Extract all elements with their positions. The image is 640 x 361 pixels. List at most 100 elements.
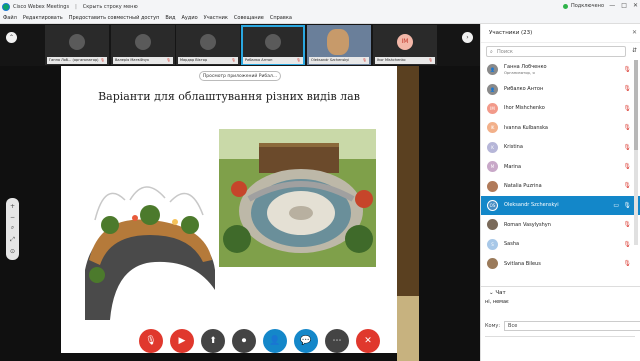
slide-image-bench — [75, 180, 225, 330]
camera-icon: ▶ — [178, 336, 186, 346]
avatar — [135, 34, 151, 50]
chat-icon: 💬 — [300, 336, 312, 346]
fit-screen-icon[interactable]: ⤢ — [10, 236, 15, 244]
participant-name: Sasha — [504, 241, 520, 248]
list-item[interactable]: Roman Vasylyshyn 🎙 — [481, 215, 640, 234]
maximize-button[interactable]: □ — [621, 2, 627, 9]
mic-muted-icon[interactable]: 🎙 — [623, 66, 631, 73]
mic-muted-icon[interactable]: 🎙 — [623, 221, 631, 228]
avatar-initials: S — [487, 238, 498, 250]
list-item[interactable]: M Marina 🎙 — [481, 157, 640, 176]
connection-status: Подключено — [562, 3, 604, 9]
thumbnail-participant-active[interactable]: Рибалко Антон 🎙 — [241, 25, 305, 65]
mute-button[interactable]: 🎙 — [139, 329, 163, 353]
avatar-initials: IM — [487, 102, 498, 114]
hide-menu-toggle[interactable]: Скрыть строку меню — [83, 4, 138, 10]
mic-muted-icon: 🎙 — [428, 58, 433, 62]
zoom-out-icon[interactable]: − — [10, 214, 15, 221]
participant-name: Kristina — [504, 144, 523, 151]
list-item[interactable]: IK Ivanna Kulbanska 🎙 — [481, 118, 640, 137]
scrollbar-thumb[interactable] — [634, 60, 638, 150]
pointer-icon[interactable]: ⊙ — [10, 248, 15, 255]
participant-name: Natalia Puzrina — [504, 183, 542, 190]
participants-button[interactable]: 👤 — [263, 329, 287, 353]
participants-panel: Участники (23) ✕ ⌕ Поиск ⇵ 👤 Ганна Лобче… — [480, 24, 640, 361]
thumbnail-participant[interactable]: IM Ihor Mishchenko 🎙 — [373, 25, 437, 65]
chat-to-label: Кому: — [485, 323, 501, 329]
close-button[interactable]: ✕ — [633, 2, 638, 9]
search-input[interactable]: ⌕ Поиск — [486, 46, 626, 57]
menu-edit[interactable]: Редактировать — [23, 15, 63, 21]
participant-name: Roman Vasylyshyn — [504, 221, 551, 228]
chat-header[interactable]: ⌄ Чат — [481, 286, 640, 298]
slide-image-plaza — [219, 129, 376, 267]
recipient-select[interactable]: Все — [504, 321, 640, 331]
list-item[interactable]: 👤 Ганна Лобченко Организатор, я 🎙 — [481, 60, 640, 79]
mic-muted-icon[interactable]: 🎙 — [623, 260, 631, 267]
menu-participant[interactable]: Участник — [204, 15, 228, 21]
more-button[interactable]: ⋯ — [325, 329, 349, 353]
thumbnail-participant-video[interactable]: Oleksandr Szchenskyi 🎙 — [307, 25, 371, 65]
thumbnail-participant[interactable]: Ганна Лоб... (организатор) 🎙 — [45, 25, 109, 65]
thumbnail-participant[interactable]: Мардар Віктор 🎙 — [176, 25, 240, 65]
thumbnail-name: Рибалко Антон 🎙 — [243, 57, 303, 64]
menu-audio[interactable]: Аудио — [182, 15, 198, 21]
menu-view[interactable]: Вид — [165, 15, 175, 21]
magnifier-icon[interactable]: ⌕ — [11, 224, 14, 232]
mic-muted-icon[interactable]: 🎙 — [623, 163, 631, 170]
record-button[interactable]: ⏺ — [232, 329, 256, 353]
mic-muted-icon[interactable]: 🎙 — [623, 182, 631, 189]
list-item[interactable]: IM Ihor Mishchenko 🎙 — [481, 99, 640, 118]
thumbnail-name-text: Рибалко Антон — [245, 58, 273, 62]
list-item[interactable]: 👤 Рибалко Антон 🎙 — [481, 79, 640, 98]
video-button[interactable]: ▶ — [170, 329, 194, 353]
mic-muted-icon[interactable]: 🎙 — [623, 105, 631, 112]
app-title: Cisco Webex Meetings — [13, 3, 70, 10]
mic-muted-icon[interactable]: 🎙 — [623, 241, 631, 248]
participant-list-scrollbar[interactable] — [634, 60, 638, 245]
list-item[interactable]: Natalia Puzrina 🎙 — [481, 176, 640, 195]
mic-muted-icon[interactable]: 🎙 — [623, 144, 631, 151]
mic-muted-icon[interactable]: 🎙 — [623, 202, 631, 209]
thumbnail-name: Ганна Лоб... (организатор) 🎙 — [47, 57, 107, 64]
chevron-down-icon: ⌄ — [489, 290, 494, 296]
more-icon: ⋯ — [332, 336, 342, 346]
list-item[interactable]: Svitlana Bileus 🎙 — [481, 254, 640, 273]
avatar-initials: IM — [397, 34, 413, 50]
participant-name: Svitlana Bileus — [504, 260, 541, 267]
viewer-label[interactable]: Просмотр приложений Рибал... — [199, 71, 281, 81]
chat-input[interactable] — [485, 336, 635, 356]
sort-icon[interactable]: ⇵ — [632, 47, 637, 54]
mic-muted-icon: 🎙 — [100, 58, 105, 62]
zoom-in-icon[interactable]: + — [10, 203, 15, 210]
slide-title: Варіанти для облаштування різних видів л… — [98, 90, 360, 103]
menu-share[interactable]: Предоставить совместный доступ — [69, 15, 160, 21]
video-icon[interactable]: ▭ — [613, 202, 619, 209]
title-bar: Cisco Webex Meetings | Скрыть строку мен… — [0, 0, 640, 13]
leave-button[interactable]: ✕ — [356, 329, 380, 353]
mic-muted-icon[interactable]: 🎙 — [623, 124, 631, 131]
thumbnail-name: Мардар Віктор 🎙 — [178, 57, 238, 64]
close-panel-icon[interactable]: ✕ — [632, 29, 637, 36]
thumbnail-name: Валерія Матвійчук 🎙 — [113, 57, 173, 64]
mic-muted-icon[interactable]: 🎙 — [623, 85, 631, 92]
search-placeholder: Поиск — [497, 49, 513, 55]
list-item-selected[interactable]: OS Oleksandr Szchenskyi ▭ 🎙 — [481, 195, 640, 216]
menu-file[interactable]: Файл — [3, 15, 17, 21]
plaza-illustration — [219, 129, 376, 267]
avatar-initials: OS — [487, 199, 498, 211]
strip-expand-icon[interactable]: › — [462, 32, 473, 43]
minimize-button[interactable]: — — [609, 2, 615, 9]
list-item[interactable]: K Kristina 🎙 — [481, 138, 640, 157]
strip-collapse-icon[interactable]: ⌃ — [6, 32, 17, 43]
list-item[interactable]: S Sasha 🎙 — [481, 235, 640, 254]
status-text: Подключено — [570, 3, 604, 9]
thumbnail-participant[interactable]: Валерія Матвійчук 🎙 — [111, 25, 175, 65]
participant-name: Marina — [504, 163, 522, 170]
menu-help[interactable]: Справка — [270, 15, 292, 21]
participant-name: Ihor Mishchenko — [504, 105, 545, 112]
chat-button[interactable]: 💬 — [294, 329, 318, 353]
menu-meeting[interactable]: Совещание — [234, 15, 264, 21]
avatar-photo — [487, 258, 498, 270]
share-button[interactable]: ⬆ — [201, 329, 225, 353]
